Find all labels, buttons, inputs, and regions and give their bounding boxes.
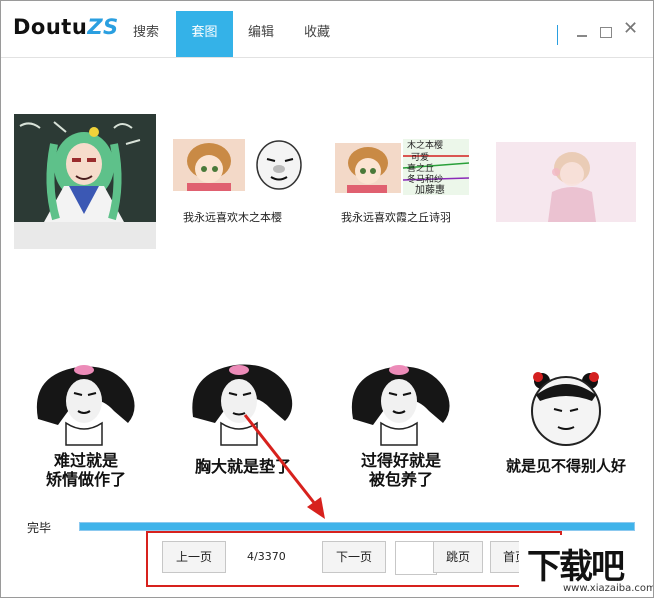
tab-label: 套图 [191,25,218,40]
anime-girl-image [14,114,156,249]
image-cell[interactable] [496,142,636,222]
meme-caption: 就是见不得别人好 [505,457,626,475]
watermark: 下载吧 www.xiazaiba.com [519,535,654,597]
panda-meme-image [351,365,450,446]
image-cell[interactable] [14,114,156,249]
image-cell[interactable]: 难过就是 矫情做作了 [26,361,146,491]
app-logo: DoutuZS [13,15,119,39]
overlay-text: 木之本樱 [407,141,444,151]
tab-favorites[interactable]: 收藏 [291,11,343,57]
page-indicator: 4/3370 [247,550,286,563]
watermark-logo-text: 下载吧 [527,547,625,587]
tab-label: 搜索 [132,25,159,40]
overlay-text: 加藤惠 [415,185,445,196]
meme-caption: 过得好就是 被包养了 [360,451,441,489]
title-bar: DoutuZS 搜索 套图 编辑 收藏 ✕ [1,1,653,58]
image-cell[interactable]: 木之本樱 可爱 喜之丘 冬马和纱 加藤惠 我永远喜欢霞之丘诗羽 [335,139,477,229]
sakura-meme-image [173,139,315,209]
app-window: DoutuZS 搜索 套图 编辑 收藏 ✕ 我永远喜欢木之本樱 木之本樱 可爱 … [0,0,654,598]
meme-caption: 难过就是 矫情做作了 [45,451,126,489]
jump-page-input[interactable] [395,541,437,575]
tab-label: 编辑 [247,25,274,40]
tab-label: 收藏 [303,25,330,40]
prev-page-button[interactable]: 上一页 [162,541,226,573]
image-cell[interactable]: 我永远喜欢木之本樱 [173,139,315,229]
window-controls-separator [557,25,558,45]
progress-fill [80,523,634,530]
image-cell[interactable]: 就是见不得别人好 [496,365,636,495]
next-page-button[interactable]: 下一页 [322,541,386,573]
watermark-url: www.xiazaiba.com [563,583,654,594]
status-text: 完毕 [27,521,52,535]
logo-suffix-text: ZS [87,15,119,39]
panda-meme-image [36,365,135,446]
maximize-icon[interactable] [599,25,613,39]
sakura-pink-image [496,142,636,222]
progress-bar [79,522,635,531]
minimize-icon[interactable] [575,25,589,39]
image-caption: 我永远喜欢霞之丘诗羽 [341,211,451,224]
tab-sets[interactable]: 套图 [176,11,233,57]
panda-girl-meme-image [531,372,601,446]
jump-page-button[interactable]: 跳页 [433,541,483,573]
tab-search[interactable]: 搜索 [120,11,172,57]
image-caption: 我永远喜欢木之本樱 [183,211,282,224]
close-icon[interactable]: ✕ [623,20,638,38]
image-cell[interactable]: 过得好就是 被包养了 [341,361,461,491]
tab-edit[interactable]: 编辑 [237,11,285,57]
annotation-arrow [243,414,325,519]
logo-main-text: Doutu [13,15,88,39]
sakura-list-meme-image [335,139,477,209]
